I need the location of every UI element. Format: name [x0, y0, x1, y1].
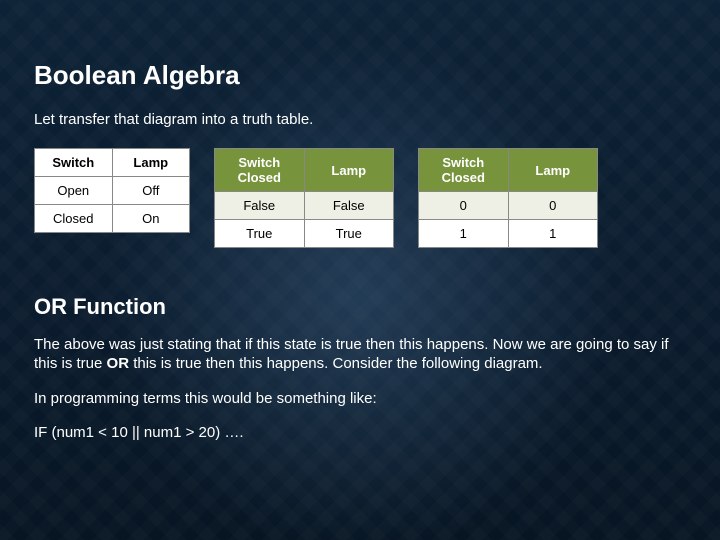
cell: 0: [419, 192, 509, 220]
th-switch-closed: Switch Closed: [215, 149, 305, 192]
paragraph-programming: In programming terms this would be somet…: [34, 390, 686, 409]
text: this is true then this happens. Consider…: [129, 355, 543, 372]
cell: On: [112, 205, 189, 233]
table-row: 1 1: [419, 220, 598, 248]
table-row: Closed On: [35, 205, 190, 233]
paragraph-code: IF (num1 < 10 || num1 > 20) ….: [34, 424, 686, 443]
text-bold-or: OR: [107, 355, 130, 372]
cell: 1: [508, 220, 597, 248]
paragraph-or-explain: The above was just stating that if this …: [34, 336, 686, 374]
cell: False: [215, 192, 305, 220]
table-row: 0 0: [419, 192, 598, 220]
table-row: Open Off: [35, 177, 190, 205]
table-switch-lamp-bool: Switch Closed Lamp False False True True: [214, 148, 394, 248]
th-switch-closed: Switch Closed: [419, 149, 509, 192]
cell: 0: [508, 192, 597, 220]
slide-title: Boolean Algebra: [34, 60, 686, 91]
section-heading-or: OR Function: [34, 294, 686, 320]
truth-tables-row: Switch Lamp Open Off Closed On Switch Cl…: [34, 148, 686, 248]
intro-text: Let transfer that diagram into a truth t…: [34, 111, 686, 128]
th-lamp: Lamp: [508, 149, 597, 192]
table-row: True True: [215, 220, 394, 248]
cell: Closed: [35, 205, 113, 233]
th-lamp: Lamp: [112, 149, 189, 177]
th-switch: Switch: [35, 149, 113, 177]
th-lamp: Lamp: [304, 149, 393, 192]
cell: True: [304, 220, 393, 248]
cell: True: [215, 220, 305, 248]
table-switch-lamp-binary: Switch Closed Lamp 0 0 1 1: [418, 148, 598, 248]
table-switch-lamp-words: Switch Lamp Open Off Closed On: [34, 148, 190, 233]
cell: Off: [112, 177, 189, 205]
cell: False: [304, 192, 393, 220]
cell: Open: [35, 177, 113, 205]
cell: 1: [419, 220, 509, 248]
table-row: False False: [215, 192, 394, 220]
